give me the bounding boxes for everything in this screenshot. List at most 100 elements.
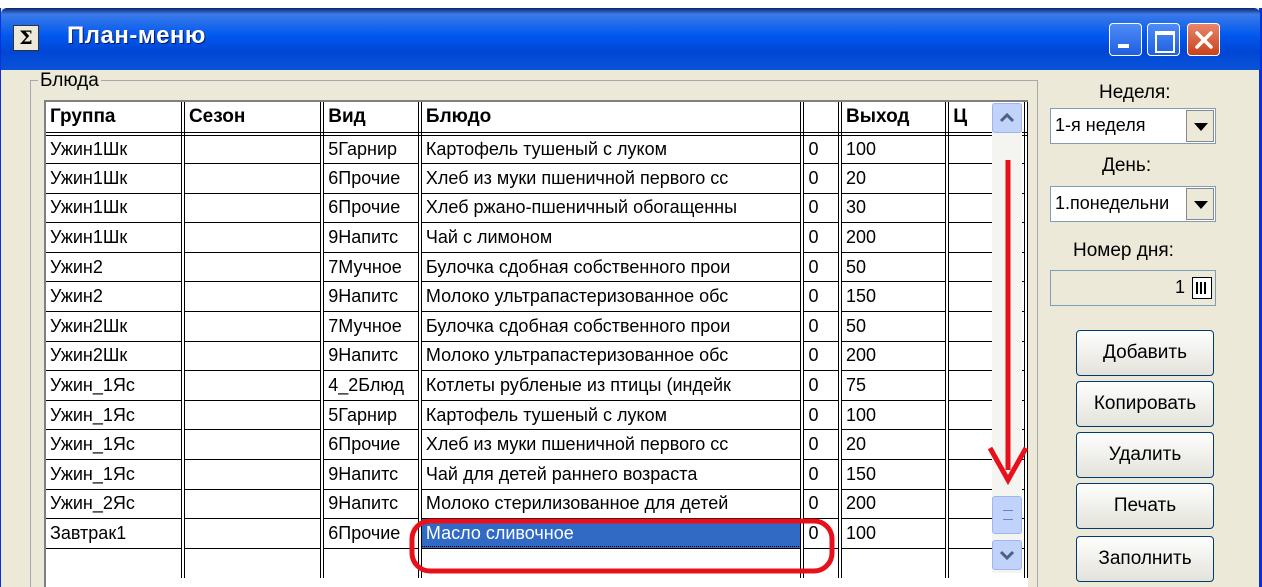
- flag-cell[interactable]: 0: [802, 163, 843, 194]
- column-header-group[interactable]: Группа: [46, 102, 185, 136]
- dish-cell[interactable]: Хлеб ржано-пшеничный обогащенны: [419, 193, 805, 224]
- dish-cell[interactable]: Масло сливочное: [419, 518, 805, 549]
- group-cell[interactable]: Ужин1Шк: [46, 134, 185, 165]
- season-cell[interactable]: [182, 163, 325, 194]
- table-row[interactable]: Завтрак1 6Прочие Масло сливочное 0 100: [46, 518, 1028, 549]
- output-cell[interactable]: 200: [840, 222, 950, 253]
- maximize-icon[interactable]: [1147, 23, 1180, 56]
- type-cell[interactable]: [322, 548, 422, 578]
- type-cell[interactable]: 6Прочие: [322, 429, 422, 461]
- group-cell[interactable]: Ужин1Шк: [46, 222, 185, 253]
- flag-cell[interactable]: 0: [802, 134, 843, 165]
- type-cell[interactable]: 9Напитс: [322, 459, 422, 490]
- output-cell[interactable]: 150: [840, 281, 950, 313]
- type-cell[interactable]: 9Напитс: [322, 281, 422, 313]
- table-row[interactable]: Ужин2Шк 9Напитс Молоко ультрапастеризованн…: [46, 341, 1028, 372]
- column-header-type[interactable]: Вид: [322, 102, 422, 136]
- type-cell[interactable]: 5Гарнир: [322, 400, 422, 431]
- delete-button[interactable]: Удалить: [1076, 432, 1214, 478]
- dish-cell[interactable]: Чай для детей раннего возраста: [419, 459, 805, 490]
- calculator-icon[interactable]: [1192, 277, 1212, 299]
- season-cell[interactable]: [182, 341, 325, 372]
- group-cell[interactable]: Ужин2: [46, 252, 185, 283]
- type-cell[interactable]: 7Мучное: [322, 311, 422, 342]
- dish-cell[interactable]: Хлеб из муки пшеничной первого сс: [419, 163, 805, 194]
- season-cell[interactable]: [182, 489, 325, 520]
- dish-cell[interactable]: [419, 548, 805, 578]
- flag-cell[interactable]: 0: [802, 489, 843, 520]
- flag-cell[interactable]: 0: [802, 341, 843, 372]
- print-button[interactable]: Печать: [1076, 483, 1214, 529]
- group-cell[interactable]: Ужин2Шк: [46, 311, 185, 342]
- dish-cell[interactable]: Хлеб из муки пшеничной первого сс: [419, 429, 805, 461]
- table-row[interactable]: Ужин_1Яс 6Прочие Хлеб из муки пшеничной пе…: [46, 429, 1028, 461]
- flag-cell[interactable]: 0: [802, 252, 843, 283]
- dish-cell[interactable]: Булочка сдобная собственного прои: [419, 311, 805, 342]
- type-cell[interactable]: 9Напитс: [322, 489, 422, 520]
- close-icon[interactable]: [1187, 23, 1220, 56]
- scroll-down-button[interactable]: [992, 540, 1022, 570]
- day-dropdown-arrow-icon[interactable]: [1186, 188, 1214, 220]
- output-cell[interactable]: 20: [840, 163, 950, 194]
- season-cell[interactable]: [182, 518, 325, 549]
- season-cell[interactable]: [182, 459, 325, 490]
- type-cell[interactable]: 6Прочие: [322, 193, 422, 224]
- table-row[interactable]: Ужин1Шк 9Напитс Чай с лимоном 0 200: [46, 222, 1028, 253]
- season-cell[interactable]: [182, 193, 325, 224]
- group-cell[interactable]: Ужин_2Яс: [46, 489, 185, 520]
- flag-cell[interactable]: 0: [802, 459, 843, 490]
- season-cell[interactable]: [182, 281, 325, 313]
- output-cell[interactable]: 200: [840, 489, 950, 520]
- dish-cell[interactable]: Молоко ультрапастеризованное обс: [419, 341, 805, 372]
- flag-cell[interactable]: 0: [802, 193, 843, 224]
- group-cell[interactable]: Ужин_1Яс: [46, 400, 185, 431]
- type-cell[interactable]: 9Напитс: [322, 341, 422, 372]
- table-row[interactable]: Ужин_2Яс 9Напитс Молоко стерилизованное дл…: [46, 489, 1028, 520]
- dish-cell[interactable]: Булочка сдобная собственного прои: [419, 252, 805, 283]
- table-row[interactable]: Ужин2Шк 7Мучное Булочка сдобная собственно…: [46, 311, 1028, 342]
- output-cell[interactable]: 100: [840, 134, 950, 165]
- season-cell[interactable]: [182, 370, 325, 401]
- column-header-blank[interactable]: [802, 102, 843, 136]
- season-cell[interactable]: [182, 134, 325, 165]
- output-cell[interactable]: 20: [840, 429, 950, 461]
- flag-cell[interactable]: 0: [802, 518, 843, 549]
- table-row[interactable]: Ужин1Шк 6Прочие Хлеб из муки пшеничной пер…: [46, 163, 1028, 194]
- flag-cell[interactable]: 0: [802, 311, 843, 342]
- table-row[interactable]: Ужин1Шк 5Гарнир Картофель тушеный с луком 0…: [46, 134, 1028, 165]
- dish-cell[interactable]: Картофель тушеный с луком: [419, 400, 805, 431]
- add-button[interactable]: Добавить: [1076, 330, 1214, 376]
- column-header-output[interactable]: Выход: [840, 102, 950, 136]
- type-cell[interactable]: 4_2Блюд: [322, 370, 422, 401]
- output-cell[interactable]: 50: [840, 311, 950, 342]
- column-header-dish[interactable]: Блюдо: [419, 102, 805, 136]
- flag-cell[interactable]: 0: [802, 400, 843, 431]
- table-row[interactable]: [46, 548, 1028, 578]
- dish-cell[interactable]: Картофель тушеный с луком: [419, 134, 805, 165]
- output-cell[interactable]: 200: [840, 341, 950, 372]
- flag-cell[interactable]: 0: [802, 281, 843, 313]
- table-row[interactable]: Ужин1Шк 6Прочие Хлеб ржано-пшеничный обога…: [46, 193, 1028, 224]
- output-cell[interactable]: [840, 548, 950, 578]
- minimize-icon[interactable]: [1109, 23, 1142, 56]
- group-cell[interactable]: Ужин2: [46, 281, 185, 313]
- group-cell[interactable]: Ужин2Шк: [46, 341, 185, 372]
- flag-cell[interactable]: 0: [802, 370, 843, 401]
- table-row[interactable]: Ужин2 9Напитс Молоко ультрапастеризованное…: [46, 281, 1028, 313]
- dish-cell[interactable]: Молоко ультрапастеризованное обс: [419, 281, 805, 313]
- season-cell[interactable]: [182, 311, 325, 342]
- type-cell[interactable]: 7Мучное: [322, 252, 422, 283]
- season-cell[interactable]: [182, 429, 325, 461]
- group-cell[interactable]: [46, 548, 185, 578]
- week-select[interactable]: 1-я неделя: [1050, 108, 1216, 144]
- dish-cell[interactable]: Котлеты рубленые из птицы (индейк: [419, 370, 805, 401]
- dish-cell[interactable]: Молоко стерилизованное для детей: [419, 489, 805, 520]
- copy-button[interactable]: Копировать: [1076, 381, 1214, 427]
- day-select[interactable]: 1.понедельни: [1050, 186, 1216, 222]
- scroll-up-button[interactable]: [992, 103, 1022, 133]
- flag-cell[interactable]: 0: [802, 222, 843, 253]
- season-cell[interactable]: [182, 548, 325, 578]
- output-cell[interactable]: 30: [840, 193, 950, 224]
- season-cell[interactable]: [182, 400, 325, 431]
- group-cell[interactable]: Завтрак1: [46, 518, 185, 549]
